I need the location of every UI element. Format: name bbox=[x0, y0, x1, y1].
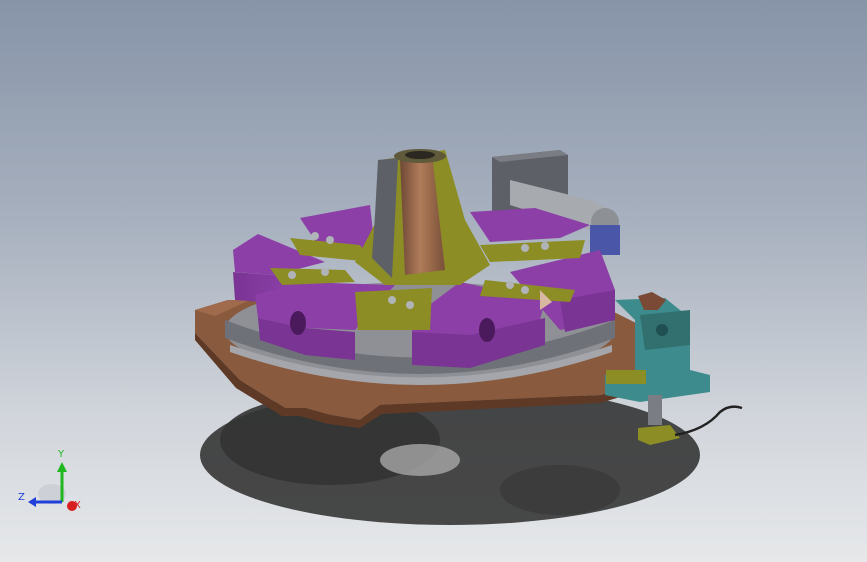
model-view[interactable]: Y Z X bbox=[0, 0, 867, 562]
graphics-viewport[interactable]: Y Z X bbox=[0, 0, 867, 562]
y-axis-label: Y bbox=[57, 449, 65, 460]
x-axis-label: X bbox=[74, 500, 81, 511]
center-cone[interactable] bbox=[355, 149, 490, 285]
z-axis-label: Z bbox=[18, 492, 25, 503]
coordinate-triad: Y Z X bbox=[18, 449, 81, 511]
